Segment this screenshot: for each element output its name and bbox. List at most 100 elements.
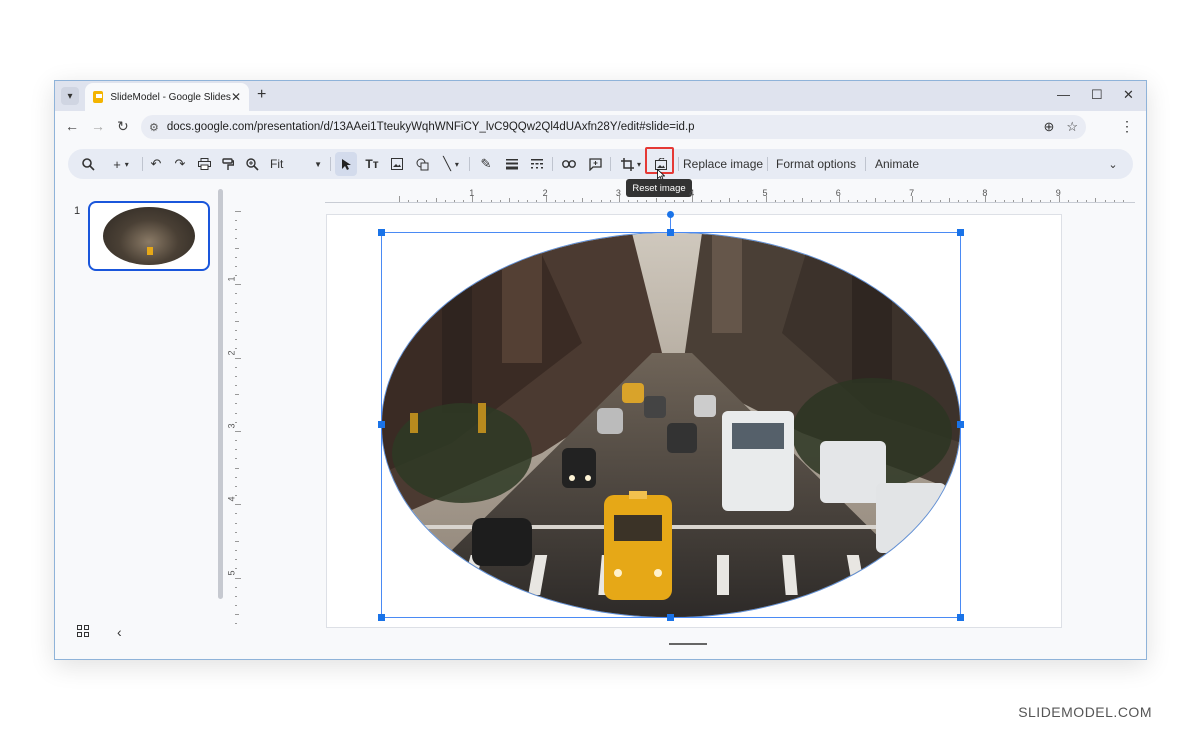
ruler-tick — [399, 196, 400, 202]
paint-format-icon[interactable] — [218, 149, 238, 179]
ruler-tick — [235, 366, 237, 368]
ruler-tick — [518, 200, 520, 202]
border-weight-icon[interactable] — [501, 149, 523, 179]
select-tool-icon[interactable] — [335, 152, 357, 176]
tab-search-icon[interactable]: ▾ — [61, 87, 79, 105]
ruler-tick — [930, 200, 932, 202]
crop-image-icon[interactable]: ▾ — [616, 149, 646, 179]
ruler-tick — [235, 440, 237, 442]
ruler-tick — [499, 200, 501, 202]
line-tool-icon[interactable]: ╲ ▾ — [436, 149, 466, 179]
ruler-tick — [747, 200, 749, 202]
ruler-tick — [235, 522, 237, 524]
ruler-number: 9 — [1055, 188, 1061, 198]
collapse-toolbar-icon[interactable]: ⌄ — [1103, 149, 1123, 179]
ruler-tick — [829, 200, 831, 202]
resize-handle-bottom-right[interactable] — [957, 614, 964, 621]
zoom-icon[interactable]: ⊕ — [1043, 119, 1054, 135]
shape-icon[interactable] — [411, 149, 433, 179]
ruler-number: 2 — [226, 350, 237, 356]
ruler-tick — [591, 200, 593, 202]
ruler-tick — [893, 200, 895, 202]
text-box-icon[interactable]: Tт — [361, 149, 383, 179]
toolbar-divider — [469, 157, 470, 171]
ruler-tick — [719, 200, 721, 202]
bookmark-star-icon[interactable]: ☆ — [1066, 119, 1078, 135]
ruler-tick — [609, 200, 611, 202]
reload-icon[interactable]: ↻ — [117, 118, 129, 135]
ruler-tick — [235, 412, 237, 414]
grid-view-icon[interactable] — [77, 625, 89, 640]
slide-thumbnail[interactable] — [88, 201, 210, 271]
url-text[interactable]: docs.google.com/presentation/d/13AAei1Tt… — [167, 121, 1032, 133]
insert-image-icon[interactable] — [386, 149, 408, 179]
close-window-icon[interactable]: ✕ — [1123, 87, 1134, 103]
ruler-tick — [554, 200, 556, 202]
filmstrip-scrollbar[interactable] — [218, 189, 223, 599]
search-menus-icon[interactable] — [78, 149, 98, 179]
resize-handle-bottom[interactable] — [667, 614, 674, 621]
chevron-down-icon: ▼ — [314, 159, 322, 169]
ruler-tick — [582, 198, 584, 202]
ruler-tick — [235, 247, 239, 249]
ruler-number: 4 — [689, 188, 695, 198]
resize-handle-bottom-left[interactable] — [378, 614, 385, 621]
ruler-tick — [875, 198, 877, 202]
zoom-value: Fit — [270, 157, 284, 171]
border-color-icon[interactable]: ✎ — [475, 149, 497, 179]
rotate-handle[interactable] — [667, 211, 674, 218]
ruler-tick — [235, 614, 239, 616]
back-icon[interactable]: ← — [65, 118, 79, 134]
ruler-tick — [527, 200, 529, 202]
replace-image-button[interactable]: Replace image — [683, 149, 763, 179]
undo-icon[interactable]: ↶ — [146, 149, 166, 179]
ruler-tick — [235, 513, 237, 515]
ruler-tick — [1003, 200, 1005, 202]
speaker-notes-handle[interactable] — [669, 643, 707, 645]
zoom-in-icon[interactable] — [242, 149, 262, 179]
resize-handle-top[interactable] — [667, 229, 674, 236]
ruler-tick — [728, 198, 730, 202]
ruler-tick — [235, 238, 237, 240]
forward-icon[interactable]: → — [91, 118, 105, 134]
print-icon[interactable] — [194, 149, 214, 179]
border-dash-icon[interactable] — [526, 149, 548, 179]
ruler-number: 6 — [835, 188, 841, 198]
format-options-button[interactable]: Format options — [776, 149, 856, 179]
ruler-tick — [1067, 200, 1069, 202]
slide-number: 1 — [74, 205, 81, 217]
resize-handle-top-left[interactable] — [378, 229, 385, 236]
ruler-number: 1 — [469, 188, 475, 198]
collapse-filmstrip-icon[interactable]: ‹ — [117, 624, 122, 640]
add-comment-icon[interactable] — [584, 149, 606, 179]
toolbar-divider — [767, 157, 768, 171]
ruler-tick — [235, 256, 237, 258]
ruler-tick — [1104, 200, 1106, 202]
redo-icon[interactable]: ↷ — [170, 149, 190, 179]
resize-handle-right[interactable] — [957, 421, 964, 428]
ruler-tick — [847, 200, 849, 202]
ruler-tick — [235, 476, 237, 478]
ruler-tick — [655, 198, 657, 202]
maximize-icon[interactable]: ☐ — [1091, 87, 1103, 103]
resize-handle-left[interactable] — [378, 421, 385, 428]
browser-tab[interactable]: SlideModel - Google Slides ✕ — [85, 83, 249, 111]
ruler-tick — [490, 200, 492, 202]
animate-button[interactable]: Animate — [875, 149, 919, 179]
ruler-tick — [235, 559, 237, 561]
ruler-tick — [426, 200, 428, 202]
insert-link-icon[interactable] — [558, 149, 580, 179]
ruler-tick — [902, 200, 904, 202]
new-slide-icon[interactable]: + ▾ — [106, 149, 136, 179]
minimize-icon[interactable]: — — [1057, 87, 1070, 102]
new-tab-icon[interactable]: + — [257, 86, 266, 104]
zoom-select[interactable]: Fit ▼ — [270, 155, 322, 173]
resize-handle-top-right[interactable] — [957, 229, 964, 236]
ruler-tick — [235, 220, 237, 222]
browser-menu-icon[interactable]: ⋮ — [1120, 118, 1134, 135]
tab-close-icon[interactable]: ✕ — [231, 90, 241, 104]
site-info-icon[interactable]: ⚙ — [149, 121, 159, 134]
address-bar[interactable]: ⚙ docs.google.com/presentation/d/13AAei1… — [141, 115, 1086, 139]
ruler-tick — [710, 200, 712, 202]
ruler-tick — [408, 200, 410, 202]
